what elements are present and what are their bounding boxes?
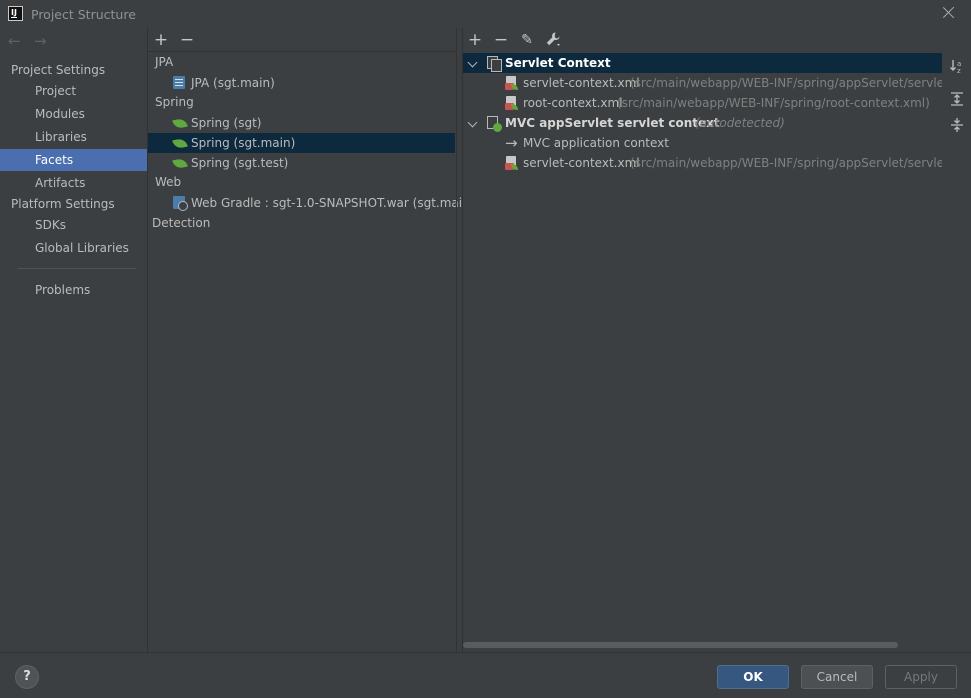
remove-context-button[interactable]: − xyxy=(491,30,511,50)
tree-item-servlet-context-xml[interactable]: servlet-context.xml (src/main/webapp/WEB… xyxy=(463,153,942,173)
sidebar-item-modules[interactable]: Modules xyxy=(0,103,147,125)
spring-xml-file-icon xyxy=(505,96,518,110)
help-button[interactable]: ? xyxy=(15,665,39,689)
settings-sidebar: ← → Project Settings Project Modules Lib… xyxy=(0,28,147,652)
context-icon xyxy=(487,56,502,72)
tree-item-servlet-context-xml[interactable]: servlet-context.xml (src/main/webapp/WEB… xyxy=(463,73,942,93)
facet-item-spring-sgt-test[interactable]: Spring (sgt.test) xyxy=(148,153,455,173)
facet-item-spring-sgt-main[interactable]: Spring (sgt.main) xyxy=(148,133,455,153)
platform-settings-header: Platform Settings xyxy=(11,197,115,211)
add-context-button[interactable]: + xyxy=(465,30,485,50)
tree-item-mvc-application-context[interactable]: → MVC application context xyxy=(463,133,942,153)
remove-facet-button[interactable]: − xyxy=(177,30,197,50)
sort-alphabetically-icon[interactable]: az xyxy=(947,58,967,78)
web-icon xyxy=(173,196,188,211)
tree-item-root-context-xml[interactable]: root-context.xml (src/main/webapp/WEB-IN… xyxy=(463,93,942,113)
facets-splitter[interactable] xyxy=(456,28,457,652)
sidebar-item-problems[interactable]: Problems xyxy=(0,279,147,301)
wrench-icon[interactable] xyxy=(543,30,563,50)
facet-group-jpa: JPA xyxy=(155,55,174,69)
facet-item-jpa-sgt-main[interactable]: JPA (sgt.main) xyxy=(148,73,455,93)
back-arrow-icon[interactable]: ← xyxy=(8,33,21,49)
collapse-all-icon[interactable] xyxy=(947,117,967,137)
scrollbar-thumb[interactable] xyxy=(463,642,898,648)
mvc-context-icon xyxy=(487,116,502,132)
expand-all-icon[interactable] xyxy=(947,91,967,111)
spring-context-panel: + − ✎ Servlet Context servlet-context.xm… xyxy=(463,28,971,652)
context-tree: Servlet Context servlet-context.xml (src… xyxy=(463,52,942,642)
sidebar-item-sdks[interactable]: SDKs xyxy=(0,214,147,236)
facets-toolbar: + − xyxy=(148,28,456,52)
tree-node-servlet-context[interactable]: Servlet Context xyxy=(463,53,942,73)
intellij-app-icon: IJ xyxy=(8,6,23,21)
svg-text:z: z xyxy=(957,67,961,74)
sidebar-item-artifacts[interactable]: Artifacts xyxy=(0,172,147,194)
horizontal-scrollbar[interactable] xyxy=(463,641,942,649)
context-toolbar: + − ✎ xyxy=(463,28,971,52)
detection-item[interactable]: Detection xyxy=(152,216,210,230)
jpa-icon xyxy=(173,76,187,90)
edit-pencil-icon[interactable]: ✎ xyxy=(517,30,537,50)
window-title: Project Structure xyxy=(31,7,136,22)
facets-panel: + − JPA JPA (sgt.main) Spring Spring (sg… xyxy=(148,28,474,652)
forward-arrow-icon[interactable]: → xyxy=(34,33,47,49)
sidebar-item-global-libraries[interactable]: Global Libraries xyxy=(0,237,147,259)
title-bar: IJ Project Structure xyxy=(0,0,971,28)
facet-group-spring: Spring xyxy=(155,95,194,109)
spring-xml-file-icon xyxy=(505,76,518,90)
apply-button[interactable]: Apply xyxy=(885,665,957,689)
dialog-button-bar: ? OK Cancel Apply xyxy=(0,652,971,698)
tree-node-mvc-appservlet-context[interactable]: MVC appServlet servlet context (autodete… xyxy=(463,113,942,133)
sidebar-divider xyxy=(18,268,136,269)
sidebar-item-libraries[interactable]: Libraries xyxy=(0,126,147,148)
spring-leaf-icon xyxy=(172,156,188,170)
spring-leaf-icon xyxy=(172,116,188,130)
add-facet-button[interactable]: + xyxy=(151,30,171,50)
spring-leaf-icon xyxy=(172,136,188,150)
spring-xml-file-icon xyxy=(505,156,518,170)
sidebar-item-facets[interactable]: Facets xyxy=(0,149,147,171)
facet-item-spring-sgt[interactable]: Spring (sgt) xyxy=(148,113,455,133)
close-icon[interactable] xyxy=(941,4,957,20)
ok-button[interactable]: OK xyxy=(717,665,789,689)
cancel-button[interactable]: Cancel xyxy=(801,665,873,689)
project-settings-header: Project Settings xyxy=(11,63,106,77)
chevron-down-icon[interactable] xyxy=(467,117,478,128)
arrow-right-icon: → xyxy=(505,134,518,152)
facet-item-web-gradle[interactable]: Web Gradle : sgt-1.0-SNAPSHOT.war (sgt.m… xyxy=(148,193,474,213)
chevron-down-icon[interactable] xyxy=(467,57,478,68)
facet-group-web: Web xyxy=(155,175,182,189)
sidebar-item-project[interactable]: Project xyxy=(0,80,147,102)
